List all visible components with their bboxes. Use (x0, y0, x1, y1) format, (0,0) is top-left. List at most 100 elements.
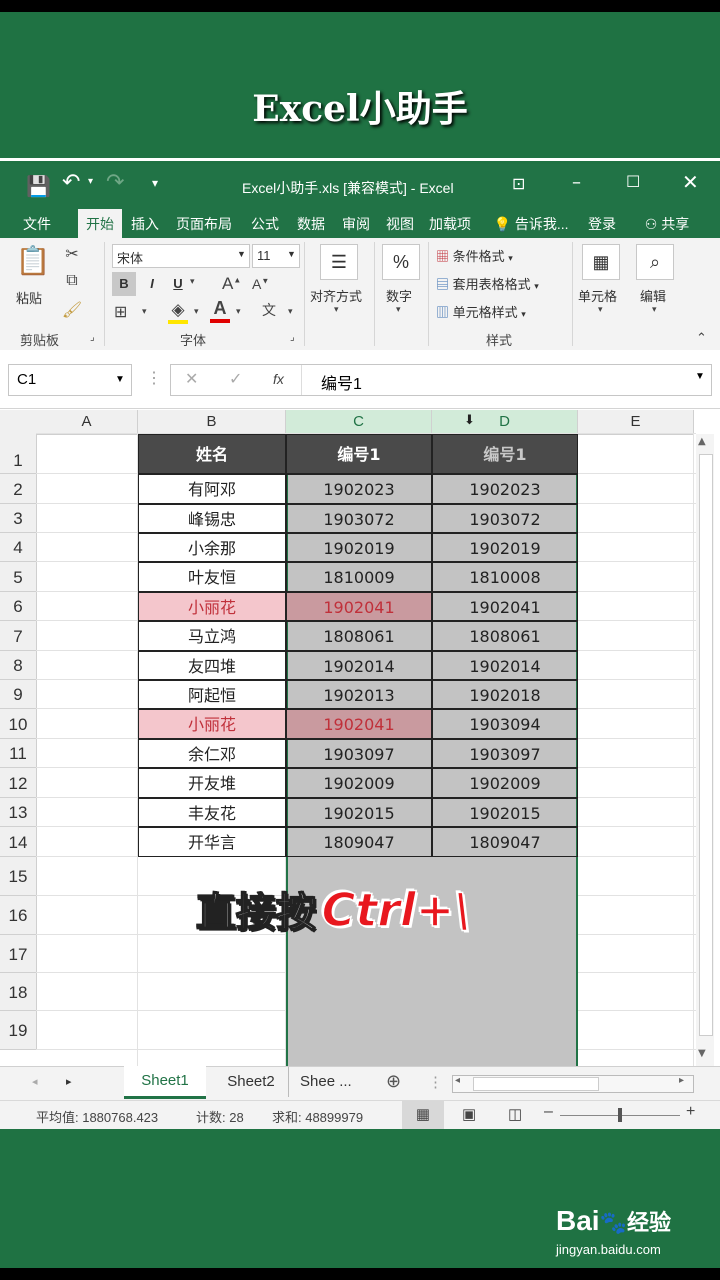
name-cell[interactable]: 余仁邓 (138, 739, 286, 768)
insert-function-icon[interactable]: fx (273, 371, 284, 387)
id-cell[interactable]: 1902009 (432, 768, 578, 798)
column-header-b[interactable]: B (138, 410, 286, 435)
column-header-e[interactable]: E (578, 410, 694, 435)
align-icon[interactable]: ☰ (320, 244, 358, 280)
id-cell[interactable]: 1810008 (432, 562, 578, 592)
conditional-format-button[interactable]: ▦ 条件格式 ▾ (436, 246, 513, 265)
row-header-5[interactable]: 5 (0, 562, 37, 592)
border-icon[interactable]: ⊞ (114, 302, 127, 322)
tab-formulas[interactable]: 公式 (244, 212, 286, 236)
customize-toolbar-icon[interactable]: ▾ (152, 176, 158, 190)
paste-label[interactable]: 粘贴 (16, 288, 42, 307)
id-cell[interactable]: 1902009 (286, 768, 432, 798)
id-cell[interactable]: 1902015 (286, 798, 432, 827)
save-icon[interactable]: 💾 (26, 174, 51, 198)
undo-dropdown-icon[interactable]: ▾ (88, 176, 93, 187)
collapse-ribbon-icon[interactable]: ⌃ (696, 330, 707, 346)
name-cell[interactable]: 马立鸿 (138, 621, 286, 651)
name-cell[interactable]: 小丽花 (138, 709, 286, 739)
id-cell[interactable]: 1902018 (432, 680, 578, 709)
underline-button[interactable]: U (168, 272, 188, 296)
cells-label[interactable]: 单元格 (578, 286, 617, 305)
font-size-select[interactable]: 11 ▼ (252, 244, 300, 268)
page-break-view-icon[interactable]: ◫ (508, 1105, 522, 1123)
id-cell[interactable]: 1809047 (432, 827, 578, 857)
table-header-cell[interactable]: 姓名 (138, 434, 286, 474)
select-all-corner[interactable] (0, 410, 37, 435)
scroll-thumb[interactable] (699, 454, 713, 1036)
id-cell[interactable]: 1902023 (286, 474, 432, 504)
undo-icon[interactable]: ↶ (62, 170, 80, 195)
redo-icon[interactable]: ↷ (106, 170, 124, 195)
id-cell[interactable]: 1902014 (286, 651, 432, 680)
id-cell[interactable]: 1809047 (286, 827, 432, 857)
tab-insert[interactable]: 插入 (126, 212, 164, 236)
increase-font-icon[interactable]: A▲ (222, 274, 241, 294)
name-cell[interactable]: 小丽花 (138, 592, 286, 621)
tab-file[interactable]: 文件 (14, 212, 60, 236)
confirm-icon[interactable]: ✓ (229, 369, 242, 389)
name-box[interactable]: C1 ▼ (8, 364, 132, 396)
percent-icon[interactable]: % (382, 244, 420, 280)
sheet-tab-sheet1[interactable]: Sheet1 (124, 1066, 206, 1099)
zoom-in-icon[interactable]: + (686, 1103, 695, 1121)
row-header-10[interactable]: 10 (0, 709, 37, 739)
edit-search-icon[interactable]: ⌕ (636, 244, 674, 280)
font-color-icon[interactable]: A (210, 298, 230, 323)
name-cell[interactable]: 峰锡忠 (138, 504, 286, 533)
font-name-select[interactable]: 宋体 ▼ (112, 244, 250, 268)
row-header-7[interactable]: 7 (0, 621, 37, 651)
id-cell[interactable]: 1902019 (432, 533, 578, 562)
name-cell[interactable]: 开华言 (138, 827, 286, 857)
id-cell[interactable]: 1902041 (286, 709, 432, 739)
zoom-slider-handle[interactable] (618, 1108, 622, 1122)
italic-button[interactable]: I (142, 272, 162, 296)
underline-dropdown-icon[interactable]: ▾ (190, 276, 195, 287)
row-header-2[interactable]: 2 (0, 474, 37, 504)
tab-addins[interactable]: 加载项 (424, 212, 476, 236)
format-as-table-button[interactable]: ▤ 套用表格格式 ▾ (436, 274, 539, 293)
row-header-6[interactable]: 6 (0, 592, 37, 621)
row-header-3[interactable]: 3 (0, 504, 37, 533)
scroll-right-icon[interactable]: ▸ (679, 1075, 684, 1086)
scroll-thumb[interactable] (473, 1077, 599, 1091)
close-icon[interactable]: ✕ (682, 170, 699, 194)
ribbon-display-icon[interactable]: ⊡ (512, 174, 525, 193)
id-cell[interactable]: 1903072 (432, 504, 578, 533)
id-cell[interactable]: 1902014 (432, 651, 578, 680)
page-layout-view-icon[interactable]: ▣ (462, 1105, 476, 1123)
clipboard-launcher-icon[interactable]: ⌟ (90, 332, 95, 343)
name-cell[interactable]: 叶友恒 (138, 562, 286, 592)
id-cell[interactable]: 1810009 (286, 562, 432, 592)
row-header-17[interactable]: 17 (0, 935, 37, 973)
fill-dropdown-icon[interactable]: ▾ (194, 306, 199, 317)
phonetic-icon[interactable]: 文 (262, 300, 276, 320)
row-header-11[interactable]: 11 (0, 739, 37, 768)
share-button[interactable]: ⚇ 共享 (632, 212, 702, 236)
fill-color-icon[interactable]: ◈ (168, 300, 188, 324)
border-dropdown-icon[interactable]: ▾ (142, 306, 147, 317)
alignment-dropdown-icon[interactable]: ▾ (334, 304, 339, 315)
cancel-icon[interactable]: ✕ (185, 369, 198, 389)
row-header-19[interactable]: 19 (0, 1011, 37, 1050)
row-header-18[interactable]: 18 (0, 973, 37, 1011)
name-cell[interactable]: 小余那 (138, 533, 286, 562)
row-header-12[interactable]: 12 (0, 768, 37, 798)
table-header-cell[interactable]: 编号1 (286, 434, 432, 474)
cells-dropdown-icon[interactable]: ▾ (598, 304, 603, 315)
sheet-tab-sheet3[interactable]: Shee ... (300, 1067, 378, 1097)
copy-icon[interactable]: ⧉ (60, 272, 84, 290)
edit-label[interactable]: 编辑 (640, 286, 666, 305)
format-painter-icon[interactable]: 🖌 (60, 300, 84, 320)
formula-input[interactable]: ✕ ✓ fx 编号1 ▼ (170, 364, 712, 396)
tab-page-layout[interactable]: 页面布局 (170, 212, 238, 236)
phonetic-dropdown-icon[interactable]: ▾ (288, 306, 293, 317)
tab-data[interactable]: 数据 (290, 212, 332, 236)
id-cell[interactable]: 1808061 (432, 621, 578, 651)
normal-view-icon[interactable]: ▦ (402, 1101, 444, 1129)
column-header-a[interactable]: A (36, 410, 138, 435)
row-header-13[interactable]: 13 (0, 798, 37, 827)
name-cell[interactable]: 阿起恒 (138, 680, 286, 709)
bold-button[interactable]: B (112, 272, 136, 296)
id-cell[interactable]: 1903072 (286, 504, 432, 533)
